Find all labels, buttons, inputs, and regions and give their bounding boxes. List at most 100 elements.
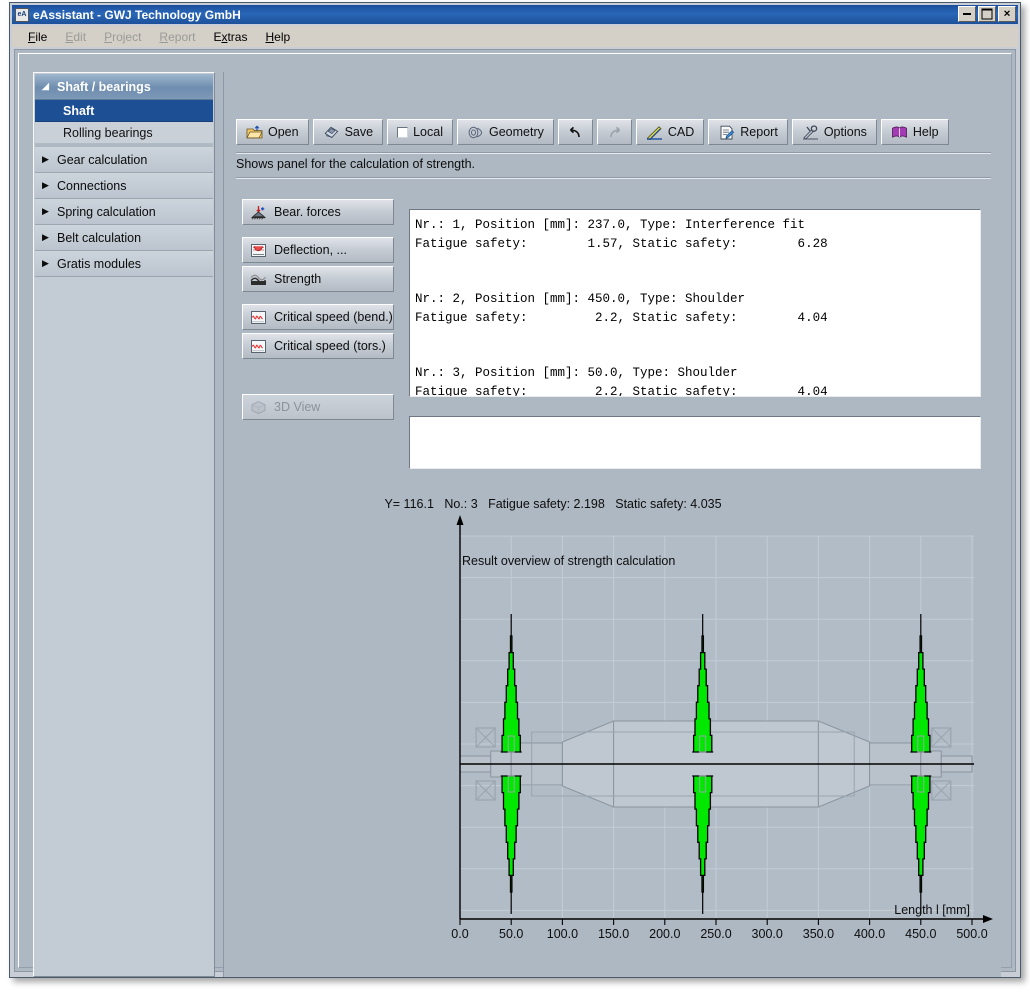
save-button[interactable]: Save: [313, 119, 384, 145]
x-axis-tick-label: 200.0: [649, 927, 680, 941]
sidebar-item-rolling-bearings[interactable]: Rolling bearings: [35, 122, 213, 144]
critical-speed-tors-button[interactable]: Critical speed (tors.): [242, 333, 394, 359]
x-axis-tick-label: 50.0: [499, 927, 523, 941]
window-body-inner: ◢Shaft / bearingsShaftRolling bearings▶G…: [18, 53, 1012, 968]
chart-cursor-readout: Y= 116.1 No.: 3 Fatigue safety: 2.198 St…: [224, 497, 1002, 511]
minimize-icon[interactable]: [958, 6, 976, 22]
sidebar-group-spring-calculation[interactable]: ▶Spring calculation: [35, 199, 213, 225]
chart-area: Y= 116.1 No.: 3 Fatigue safety: 2.198 St…: [224, 482, 1002, 952]
strength-icon: [250, 272, 267, 287]
x-axis-tick-label: 150.0: [598, 927, 629, 941]
chevron-right-icon: ▶: [42, 233, 52, 242]
menu-item-project: Project: [96, 28, 149, 46]
button-label: Critical speed (tors.): [274, 339, 386, 353]
button-label: 3D View: [274, 400, 320, 414]
x-axis-label: Length l [mm]: [894, 903, 970, 917]
redo-arrow-button: [597, 119, 632, 145]
title-bar: eA eAssistant - GWJ Technology GmbH: [12, 5, 1018, 24]
help-button[interactable]: Help: [881, 119, 949, 145]
cad-pencil-icon: [646, 125, 663, 140]
menu-item-file[interactable]: File: [20, 28, 55, 46]
sidebar-group-label: Gear calculation: [57, 153, 147, 167]
deflection-icon: [250, 243, 267, 258]
report-button[interactable]: Report: [708, 119, 788, 145]
sidebar-group-connections[interactable]: ▶ Connections: [35, 173, 213, 199]
sidebar-item-label: Rolling bearings: [63, 126, 153, 140]
button-label: Options: [824, 125, 867, 139]
options-tools-icon: [802, 125, 819, 140]
sidebar-list: ◢Shaft / bearingsShaftRolling bearings▶G…: [35, 74, 213, 277]
button-group-gap: [242, 228, 394, 237]
critical-speed-bend-icon: [250, 310, 267, 325]
sidebar-group-label: Gratis modules: [57, 257, 141, 271]
undo-arrow-icon: [567, 125, 584, 140]
sidebar-item-label: Shaft: [63, 104, 94, 118]
open-folder-icon: [246, 125, 263, 140]
window-body: ◢Shaft / bearingsShaftRolling bearings▶G…: [14, 49, 1016, 972]
sidebar-group-gear-calculation[interactable]: ▶ Gear calculation: [35, 147, 213, 173]
bear-forces-button[interactable]: Bear. forces: [242, 199, 394, 225]
button-group-gap: [242, 362, 394, 394]
result-text-panel[interactable]: Nr.: 1, Position [mm]: 237.0, Type: Inte…: [409, 209, 981, 397]
deflection-button[interactable]: Deflection, ...: [242, 237, 394, 263]
x-axis-tick-label: 0.0: [451, 927, 468, 941]
window-controls: [958, 6, 1016, 22]
button-group-gap: [242, 295, 394, 304]
options-button[interactable]: Options: [792, 119, 877, 145]
button-label: Help: [913, 125, 939, 139]
application-window: eA eAssistant - GWJ Technology GmbH File…: [9, 2, 1021, 978]
sidebar-group-gratis-modules[interactable]: ▶Gratis modules: [35, 251, 213, 277]
local-checkbox[interactable]: Local: [387, 119, 453, 145]
sidebar: ◢Shaft / bearingsShaftRolling bearings▶G…: [33, 72, 215, 977]
button-label: Save: [345, 125, 374, 139]
geometry-icon: [467, 125, 484, 140]
x-axis-tick-label: 350.0: [803, 927, 834, 941]
cad-button[interactable]: CAD: [636, 119, 704, 145]
x-axis-tick-label: 300.0: [752, 927, 783, 941]
button-label: Bear. forces: [274, 205, 341, 219]
sidebar-group-belt-calculation[interactable]: ▶ Belt calculation: [35, 225, 213, 251]
chart-title: Result overview of strength calculation: [462, 554, 675, 568]
maximize-icon[interactable]: [978, 6, 996, 22]
sidebar-group-shaft-bearings[interactable]: ◢Shaft / bearings: [35, 74, 213, 100]
menu-item-report: Report: [151, 28, 203, 46]
cube-3d-icon: [250, 400, 267, 415]
help-book-icon: [891, 125, 908, 140]
menu-item-edit: Edit: [57, 28, 94, 46]
critical-speed-bend-button[interactable]: Critical speed (bend.): [242, 304, 394, 330]
strength-plot[interactable]: 0.050.0100.0150.0200.0250.0300.0350.0400…: [224, 514, 1002, 952]
checkbox-icon[interactable]: [397, 127, 408, 138]
x-axis-tick-label: 250.0: [700, 927, 731, 941]
chevron-right-icon: ▶: [42, 155, 52, 164]
chevron-down-icon: ◢: [42, 82, 52, 91]
message-box[interactable]: [409, 416, 981, 469]
hint-divider: [236, 177, 991, 179]
chevron-right-icon: ▶: [42, 181, 52, 190]
button-label: CAD: [668, 125, 694, 139]
bearing-forces-icon: [250, 205, 267, 220]
report-page-icon: [718, 125, 735, 140]
x-axis-tick-label: 450.0: [905, 927, 936, 941]
close-icon[interactable]: [998, 6, 1016, 22]
sidebar-group-label: Belt calculation: [57, 231, 141, 245]
sidebar-item-shaft[interactable]: Shaft: [35, 100, 213, 122]
undo-arrow-button[interactable]: [558, 119, 593, 145]
menu-item-help[interactable]: Help: [257, 28, 298, 46]
menu-item-extras[interactable]: Extras: [205, 28, 255, 46]
chevron-right-icon: ▶: [42, 207, 52, 216]
geometry-button[interactable]: Geometry: [457, 119, 554, 145]
redo-arrow-icon: [606, 125, 623, 140]
x-axis-tick-label: 500.0: [956, 927, 987, 941]
button-label: Open: [268, 125, 299, 139]
critical-speed-tors-icon: [250, 339, 267, 354]
main-panel: Open Save LocalGeometry CAD Report Options Hel…: [223, 72, 1001, 977]
menu-bar: FileEditProjectReportExtrasHelp: [12, 26, 1018, 47]
strength-button[interactable]: Strength: [242, 266, 394, 292]
sidebar-group-label: Connections: [57, 179, 127, 193]
open-button[interactable]: Open: [236, 119, 309, 145]
result-text: Nr.: 1, Position [mm]: 237.0, Type: Inte…: [415, 216, 980, 397]
x-axis-tick-label: 100.0: [547, 927, 578, 941]
button-label: Deflection, ...: [274, 243, 347, 257]
app-icon: eA: [15, 8, 29, 22]
window-title: eAssistant - GWJ Technology GmbH: [33, 8, 241, 22]
